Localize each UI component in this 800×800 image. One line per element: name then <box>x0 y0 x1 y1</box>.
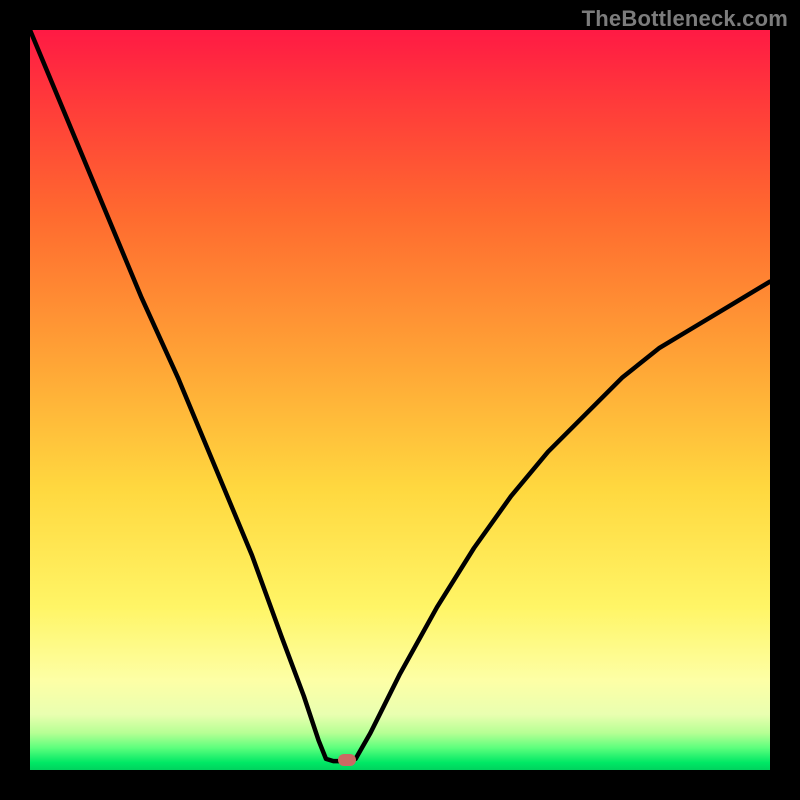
plot-area <box>30 30 770 770</box>
minimum-marker <box>338 754 356 766</box>
watermark-text: TheBottleneck.com <box>582 6 788 32</box>
bottleneck-curve <box>30 30 770 770</box>
chart-frame: TheBottleneck.com <box>0 0 800 800</box>
